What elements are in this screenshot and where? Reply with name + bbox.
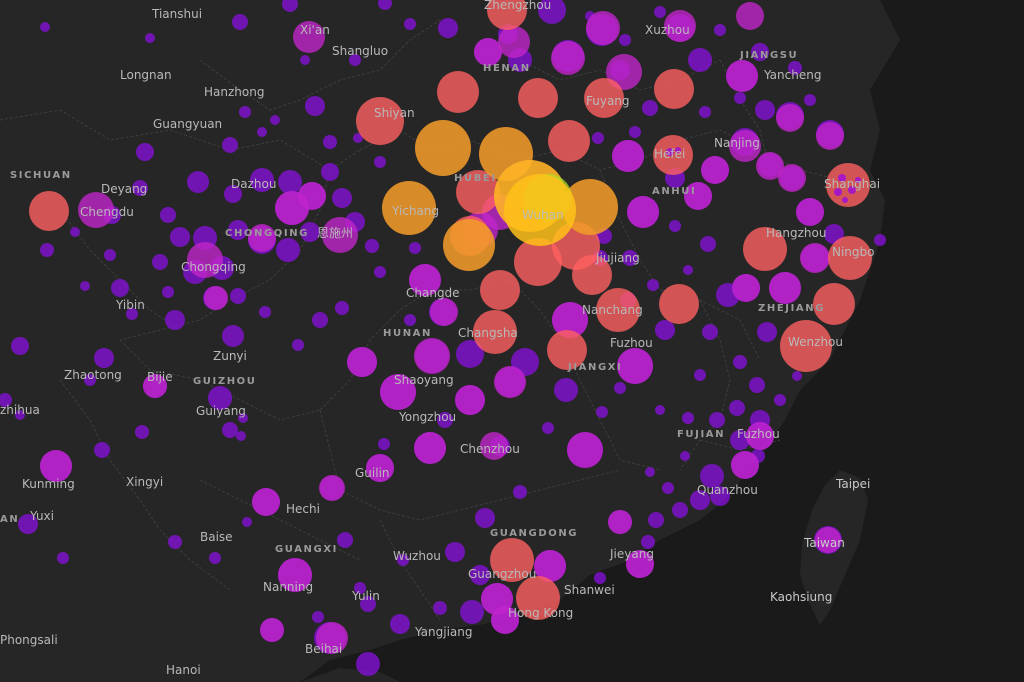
- city-label-taipei: Taipei: [835, 477, 870, 491]
- city-label-yuxi: Yuxi: [29, 509, 54, 523]
- city-label-kunming: Kunming: [22, 477, 75, 491]
- province-label-sichuan: SICHUAN: [10, 170, 72, 181]
- province-label-jiangsu: JIANGSU: [739, 50, 798, 61]
- city-label-zhengzhou: Zhengzhou: [484, 0, 551, 12]
- city-label-quanzhou: Quanzhou: [697, 483, 758, 497]
- city-label-chengdu: Chengdu: [80, 205, 134, 219]
- province-label-anhui: ANHUI: [652, 186, 696, 197]
- province-label-henan: HENAN: [483, 63, 531, 74]
- city-label-shangluo: Shangluo: [332, 44, 388, 58]
- city-label-guilin: Guilin: [355, 466, 390, 480]
- city-label-fuzhou-fujian: Fuzhou: [737, 427, 780, 441]
- city-label-tianshui: Tianshui: [151, 7, 202, 21]
- city-label-changsha: Changsha: [458, 326, 518, 340]
- map-svg[interactable]: SICHUAN CHONGQING GUIZHOU HUNAN HUBEI HE…: [0, 0, 1024, 682]
- city-label-deyang: Deyang: [101, 182, 147, 196]
- city-label-chongqing: Chongqing: [181, 260, 246, 274]
- city-label-an: AN: [0, 514, 19, 525]
- city-label-beihai: Beihai: [305, 642, 342, 656]
- city-label-jieyang: Jieyang: [609, 547, 654, 561]
- city-label-hechi: Hechi: [286, 502, 320, 516]
- province-label-fujian: FUJIAN: [677, 429, 725, 440]
- province-label-chongqing: CHONGQING: [225, 228, 309, 239]
- map-canvas[interactable]: SICHUAN CHONGQING GUIZHOU HUNAN HUBEI HE…: [0, 0, 1024, 682]
- city-label-kaohsiung: Kaohsiung: [770, 590, 832, 604]
- city-label-shiyan: Shiyan: [374, 106, 415, 120]
- city-label-baise: Baise: [200, 530, 233, 544]
- city-label-yichang: Yichang: [391, 204, 439, 218]
- city-label-fuyang: Fuyang: [586, 94, 630, 108]
- city-label-hanzhong: Hanzhong: [204, 85, 264, 99]
- city-label-dazhou: Dazhou: [231, 177, 276, 191]
- province-label-jiangxi: JIANGXI: [567, 362, 622, 373]
- city-label-longnan: Longnan: [120, 68, 172, 82]
- province-label-zhejiang: ZHEJIANG: [758, 303, 825, 314]
- city-label-xingyi: Xingyi: [126, 475, 163, 489]
- city-label-yancheng: Yancheng: [763, 68, 821, 82]
- city-label-hong-kong: Hong Kong: [508, 606, 573, 620]
- city-label-wuhan: Wuhan: [522, 208, 564, 222]
- city-label-taiwan: Taiwan: [803, 536, 845, 550]
- city-label-nanchang: Nanchang: [582, 303, 643, 317]
- city-label-yulin: Yulin: [351, 589, 380, 603]
- city-label-bijie: Bijie: [147, 370, 173, 384]
- city-label-hefei: Hefei: [654, 147, 685, 161]
- city-label-guiyang: Guiyang: [196, 404, 246, 418]
- province-label-guangdong: GUANGDONG: [490, 528, 578, 539]
- province-label-hubei: HUBEI: [454, 173, 497, 184]
- city-label-shanwei: Shanwei: [564, 583, 615, 597]
- city-label-wenzhou: Wenzhou: [788, 335, 843, 349]
- city-label-xian: Xi'an: [300, 23, 330, 37]
- province-label-guizhou: GUIZHOU: [193, 376, 257, 387]
- city-label-jiujiang: Jiujiang: [595, 251, 640, 265]
- province-label-hunan: HUNAN: [383, 328, 432, 339]
- city-label-yongzhou: Yongzhou: [398, 410, 456, 424]
- city-label-nanning: Nanning: [263, 580, 313, 594]
- city-label-yibin: Yibin: [115, 298, 145, 312]
- city-label-hanoi: Hanoi: [166, 663, 201, 677]
- city-label-ningbo: Ningbo: [832, 245, 875, 259]
- city-label-yangjiang: Yangjiang: [414, 625, 473, 639]
- city-label-fuzhou-jiangxi: Fuzhou: [610, 336, 653, 350]
- city-label-guangyuan: Guangyuan: [153, 117, 222, 131]
- city-label-guangzhou: Guangzhou: [468, 567, 536, 581]
- city-label-zunyi: Zunyi: [213, 349, 247, 363]
- city-label-changde: Changde: [406, 286, 460, 300]
- city-label-enshi: 恩施州: [317, 226, 353, 240]
- city-label-hangzhou: Hangzhou: [766, 226, 826, 240]
- city-label-shaoyang: Shaoyang: [394, 373, 454, 387]
- city-label-nanjing: Nanjing: [714, 136, 760, 150]
- city-label-chenzhou: Chenzhou: [460, 442, 520, 456]
- city-label-zhaotong: Zhaotong: [64, 368, 122, 382]
- city-label-shanghai: Shanghai: [824, 177, 880, 191]
- city-label-phongsali: Phongsali: [0, 633, 58, 647]
- city-label-xuzhou: Xuzhou: [645, 23, 690, 37]
- city-label-wuzhou: Wuzhou: [393, 549, 441, 563]
- province-label-guangxi: GUANGXI: [275, 544, 338, 555]
- city-label-zhihua: zhihua: [0, 403, 40, 417]
